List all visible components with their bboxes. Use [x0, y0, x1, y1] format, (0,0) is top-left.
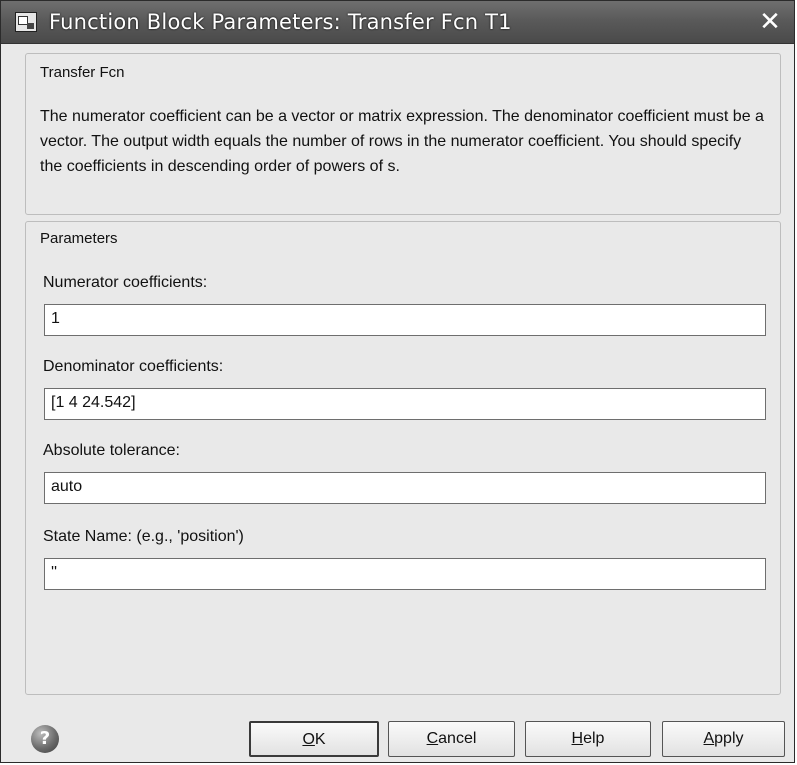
state-name-label: State Name: (e.g., 'position') [43, 528, 244, 545]
cancel-button-mnemonic: C [426, 730, 439, 747]
simulink-block-icon [15, 12, 37, 32]
dialog-window: Function Block Parameters: Transfer Fcn … [0, 0, 795, 763]
description-text: The numerator coefficient can be a vecto… [40, 108, 764, 175]
denominator-input[interactable]: [1 4 24.542] [44, 388, 766, 420]
ok-button-label-rest: K [314, 731, 326, 748]
apply-button-label-rest: pply [714, 730, 744, 747]
numerator-label: Numerator coefficients: [43, 274, 208, 291]
absolute-tolerance-input[interactable]: auto [44, 472, 766, 504]
denominator-label: Denominator coefficients: [43, 358, 224, 375]
help-button-mnemonic: H [571, 730, 584, 747]
apply-button[interactable]: Apply [662, 721, 785, 757]
help-button-label-rest: elp [583, 730, 605, 747]
description-group: Transfer Fcn The numerator coefficient c… [25, 53, 781, 215]
description-group-title: Transfer Fcn [40, 64, 125, 81]
window-title: Function Block Parameters: Transfer Fcn … [49, 10, 512, 34]
help-button[interactable]: Help [525, 721, 651, 757]
help-icon[interactable]: ? [31, 725, 59, 753]
absolute-tolerance-label: Absolute tolerance: [43, 442, 180, 459]
title-bar[interactable]: Function Block Parameters: Transfer Fcn … [1, 1, 794, 44]
cancel-button-label-rest: ancel [438, 730, 477, 747]
state-name-input[interactable]: '' [44, 558, 766, 590]
close-icon[interactable]: ✕ [756, 9, 784, 35]
apply-button-mnemonic: A [703, 730, 715, 747]
parameters-group: Parameters Numerator coefficients: 1 Den… [25, 221, 781, 695]
cancel-button[interactable]: Cancel [388, 721, 515, 757]
parameters-group-title: Parameters [40, 230, 118, 247]
numerator-input[interactable]: 1 [44, 304, 766, 336]
ok-button-mnemonic: O [302, 731, 315, 748]
ok-button[interactable]: OK [249, 721, 379, 757]
